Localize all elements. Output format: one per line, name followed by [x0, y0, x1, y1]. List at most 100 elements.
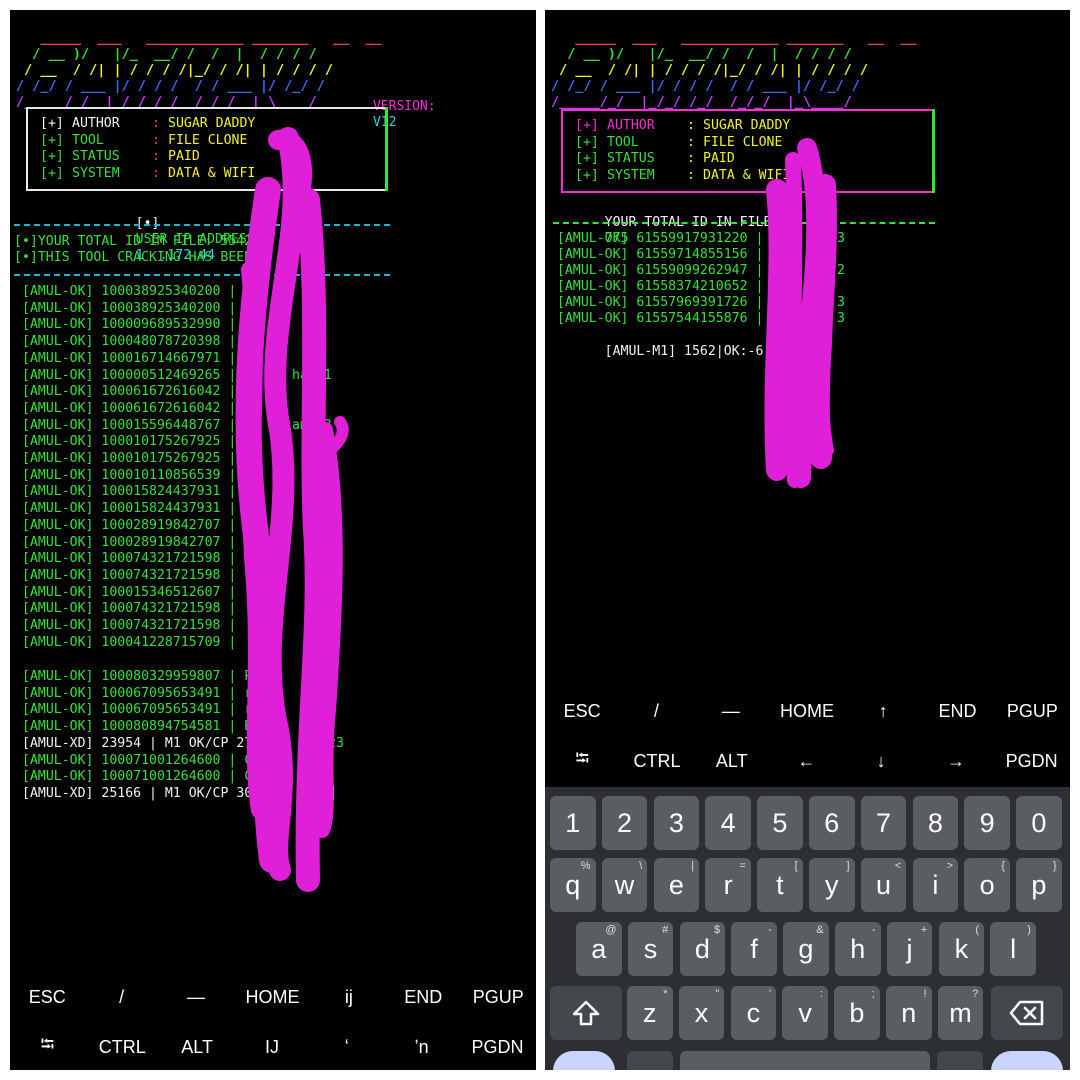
- key-v[interactable]: v:: [782, 986, 828, 1040]
- key-x[interactable]: x ": [678, 986, 725, 1040]
- extra-key-4[interactable]: ↓: [856, 751, 906, 772]
- key-5[interactable]: 5: [757, 796, 803, 850]
- key-2[interactable]: 2: [601, 796, 648, 850]
- info-value: PAID: [168, 149, 200, 164]
- key-n-hint: !: [923, 988, 927, 1000]
- key-1[interactable]: 1: [550, 796, 596, 850]
- result-line: [AMUL-OK] 100038925340200 |: [22, 284, 237, 299]
- result-line: [AMUL-OK] 100015596448767 |: [22, 417, 237, 433]
- extra-keys-row: ⭾ CTRL ALT ← ↓ → PGDN: [545, 736, 1070, 786]
- key-n[interactable]: n!: [886, 986, 932, 1040]
- result-line: [AMUL-OK] 100015824437931 |: [22, 484, 237, 500]
- key-d[interactable]: d $: [679, 922, 726, 976]
- extra-key-6[interactable]: PGDN: [1006, 751, 1058, 772]
- extra-key-4[interactable]: ij: [324, 987, 374, 1008]
- key-b[interactable]: b;: [834, 986, 880, 1040]
- info-key: TOOL: [607, 134, 639, 150]
- extra-key-2[interactable]: —: [171, 987, 221, 1008]
- key-q[interactable]: q%: [550, 858, 596, 912]
- key-m[interactable]: m?: [937, 986, 984, 1040]
- enter-key[interactable]: [991, 1051, 1063, 1070]
- key-6[interactable]: 6: [809, 796, 855, 850]
- key-0[interactable]: 0: [1016, 796, 1062, 850]
- extra-key-5[interactable]: →: [931, 751, 981, 772]
- extra-key-2[interactable]: ALT: [707, 751, 757, 772]
- extra-key-0[interactable]: ESC: [22, 987, 72, 1008]
- key-s[interactable]: s #: [627, 922, 674, 976]
- extra-key-6[interactable]: PGUP: [473, 987, 524, 1008]
- shift-key[interactable]: [550, 986, 622, 1040]
- key-z[interactable]: z *: [627, 986, 673, 1040]
- key-3[interactable]: 3: [653, 796, 700, 850]
- key-i[interactable]: i >: [912, 858, 959, 912]
- result-line: [AMUL-OK] 100038925340200 |: [22, 300, 237, 316]
- result-line: [AMUL-OK] 61557544155876 |: [557, 311, 764, 326]
- result-line: [AMUL-OK] 100074321721598 |: [22, 601, 237, 617]
- key-p-label: p: [1031, 869, 1047, 900]
- key-c[interactable]: c ': [730, 986, 777, 1040]
- extra-key-0[interactable]: ESC: [557, 701, 607, 722]
- extra-key-3[interactable]: HOME: [780, 701, 834, 722]
- key-w[interactable]: w \: [601, 858, 648, 912]
- key-t-hint: [: [794, 860, 798, 872]
- key-x-label: x: [694, 997, 709, 1028]
- key-t[interactable]: t[: [757, 858, 803, 912]
- result-tail: 3: [837, 295, 845, 310]
- extra-key-6[interactable]: PGDN: [471, 1037, 523, 1058]
- extra-key-2[interactable]: ALT: [172, 1037, 222, 1058]
- key-8-label: 8: [927, 807, 943, 838]
- extra-key-0[interactable]: ⭾: [557, 746, 607, 776]
- space-bar[interactable]: [680, 1051, 930, 1070]
- symbols-key[interactable]: [553, 1051, 615, 1070]
- extra-key-3[interactable]: ←: [781, 751, 831, 772]
- key-k[interactable]: k(: [938, 922, 985, 976]
- extra-key-1[interactable]: /: [631, 701, 681, 722]
- result-line: [AMUL-OK] 100071001264600 | Ch: [22, 752, 261, 768]
- left-terminal-screenshot: _____ ___ ____________ _______ __ __ / _…: [10, 10, 536, 1070]
- key-g[interactable]: g &: [783, 922, 829, 976]
- key-a[interactable]: a @: [576, 922, 622, 976]
- result-line: [AMUL-OK] 61559099262947 |: [557, 263, 764, 278]
- comma-key[interactable]: [627, 1051, 673, 1070]
- key-8[interactable]: 8: [912, 796, 959, 850]
- period-key[interactable]: [937, 1051, 983, 1070]
- key-j[interactable]: j +: [886, 922, 933, 976]
- result-line: [AMUL-OK] 100015824437931 |: [22, 501, 237, 517]
- info-value: FILE CLONE: [168, 132, 248, 148]
- extra-key-3[interactable]: IJ: [247, 1037, 297, 1058]
- key-e[interactable]: e |: [653, 858, 700, 912]
- key-u[interactable]: u <: [860, 858, 907, 912]
- extra-key-3[interactable]: HOME: [245, 987, 299, 1008]
- extra-key-1[interactable]: /: [97, 987, 147, 1008]
- extra-key-6[interactable]: PGUP: [1007, 701, 1058, 722]
- key-f[interactable]: f-: [731, 922, 777, 976]
- extra-key-2[interactable]: —: [706, 701, 756, 722]
- extra-key-1[interactable]: CTRL: [632, 751, 682, 772]
- result-line: [AMUL-OK] 61559917931220 |: [557, 231, 764, 246]
- cracking-line: [•]THIS TOOL CRACKING HAS BEEN: [14, 250, 253, 265]
- key-p-hint: }: [1053, 860, 1057, 872]
- extra-key-5[interactable]: END: [398, 987, 448, 1008]
- key-e-hint: |: [691, 860, 695, 872]
- extra-key-4[interactable]: ʻ: [322, 1037, 372, 1058]
- extra-key-5[interactable]: END: [933, 701, 983, 722]
- backspace-key[interactable]: [991, 986, 1063, 1040]
- key-9-label: 9: [979, 807, 995, 838]
- result-line: [AMUL-OK] 100067095653491 | r: [22, 685, 253, 701]
- key-r[interactable]: r =: [705, 858, 751, 912]
- key-g-label: g: [798, 933, 814, 964]
- key-p[interactable]: p}: [1016, 858, 1062, 912]
- extra-key-1[interactable]: CTRL: [97, 1037, 147, 1058]
- key-h[interactable]: h-: [835, 922, 881, 976]
- key-o[interactable]: o{: [964, 858, 1010, 912]
- key-9[interactable]: 9: [964, 796, 1010, 850]
- result-tail: 23: [310, 567, 326, 583]
- key-2-label: 2: [617, 807, 633, 838]
- extra-key-4[interactable]: ↑: [858, 701, 908, 722]
- key-y[interactable]: y]: [809, 858, 855, 912]
- extra-key-5[interactable]: ʼn: [397, 1037, 447, 1058]
- key-l[interactable]: l): [990, 922, 1036, 976]
- key-7[interactable]: 7: [860, 796, 907, 850]
- extra-key-0[interactable]: ⭾: [22, 1032, 72, 1062]
- key-4[interactable]: 4: [705, 796, 751, 850]
